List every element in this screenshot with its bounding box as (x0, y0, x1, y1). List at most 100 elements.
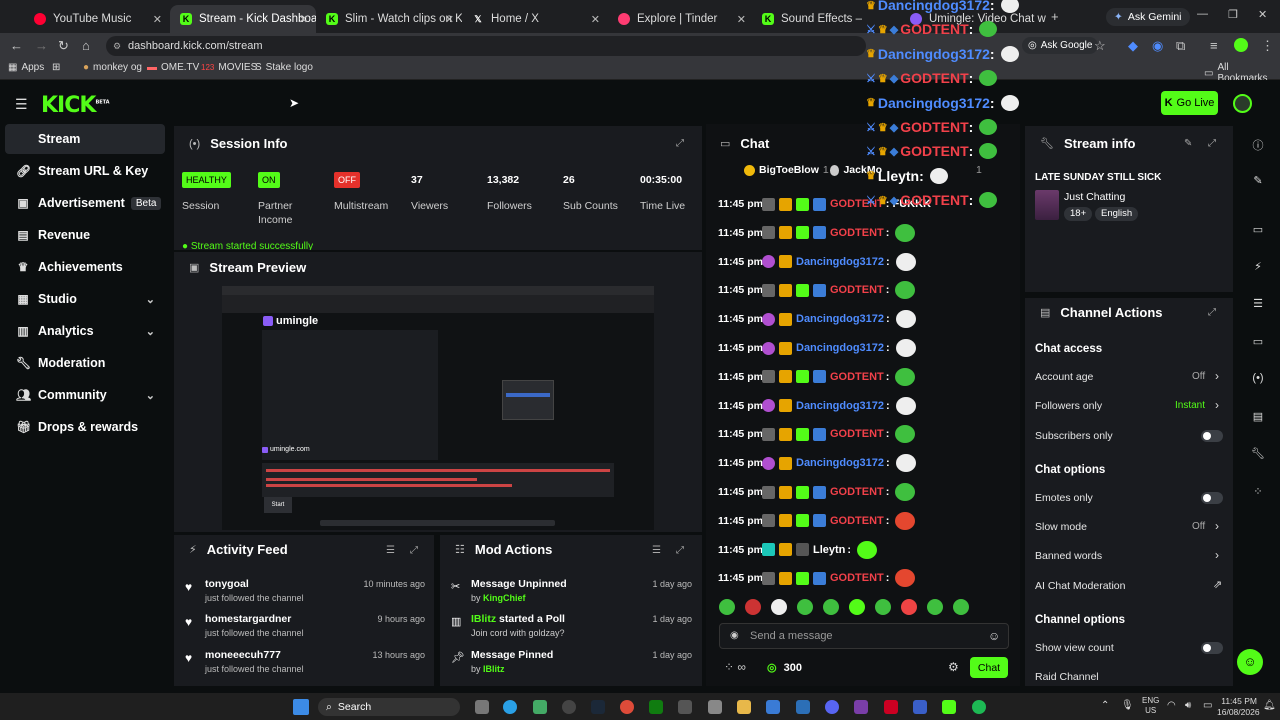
expand-icon[interactable]: ⤢ (410, 545, 418, 556)
broadcast-icon[interactable]: (•) (1249, 372, 1267, 384)
app-icon[interactable] (913, 700, 927, 714)
message-username[interactable]: Lleytn (813, 544, 845, 556)
slow-mode-value[interactable]: Off (1192, 521, 1205, 532)
taskbar-search[interactable]: ⌕ Search (318, 698, 460, 716)
bookmark-stake[interactable]: S Stake logo (255, 62, 313, 73)
new-tab-icon[interactable]: + (1051, 9, 1059, 24)
tab-sound-effects[interactable]: K Sound Effects — Admin (752, 5, 862, 33)
activity-username[interactable]: homestargardner (205, 613, 304, 625)
battery-icon[interactable]: ▭ (1203, 700, 1212, 711)
filter-icon[interactable]: ☰ (652, 545, 661, 556)
message-username[interactable]: GODTENT (830, 227, 884, 239)
emote-icon[interactable] (901, 599, 917, 615)
external-link-icon[interactable]: ⇗ (1213, 578, 1222, 591)
chat-icon[interactable]: ▭ (1249, 335, 1267, 348)
profile-avatar[interactable] (1234, 38, 1248, 52)
user-avatar[interactable] (1233, 94, 1252, 113)
sidebar-item-moderation[interactable]: 🔧︎ Moderation (5, 348, 165, 378)
sidebar-item-stream[interactable]: Stream (5, 124, 165, 154)
xbox-icon[interactable] (649, 700, 663, 714)
message-username[interactable]: GODTENT (830, 371, 884, 383)
apps-icon[interactable]: ⁘ (1249, 485, 1267, 498)
message-username[interactable]: Dancingdog3172 (796, 457, 884, 469)
mod-action-user[interactable]: IBlitz (483, 664, 505, 674)
go-live-button[interactable]: K Go Live (1161, 91, 1218, 115)
chevron-right-icon[interactable]: › (1215, 369, 1219, 383)
message-username[interactable]: GODTENT (830, 486, 884, 498)
channel-points[interactable]: ◎ 300 (767, 661, 802, 675)
tab-youtube-music[interactable]: YouTube Music ✕ (24, 5, 170, 33)
tab-x-home[interactable]: 𝕏 Home / X ✕ (462, 5, 608, 33)
close-icon[interactable]: ✕ (299, 13, 308, 26)
emoji-icon[interactable]: ☺ (988, 629, 1000, 643)
close-icon[interactable]: ✕ (591, 13, 600, 26)
tag-badge[interactable]: 18+ (1064, 207, 1093, 221)
emote-icon[interactable] (719, 599, 735, 615)
site-info-icon[interactable]: ⚙ (113, 36, 121, 56)
media-icon[interactable]: ≡ (1210, 38, 1218, 53)
expand-icon[interactable]: ⤢ (676, 138, 684, 149)
ask-google-button[interactable]: ◎ Ask Google (1022, 37, 1099, 54)
sidebar-item-advertisement[interactable]: ▣ Advertisement Beta (5, 188, 165, 218)
chevron-right-icon[interactable]: › (1215, 548, 1219, 562)
close-window-icon[interactable]: ✕ (1258, 8, 1267, 21)
sidebar-item-drops-rewards[interactable]: 🎁︎ Drops & rewards (5, 412, 165, 442)
chevron-right-icon[interactable]: › (1215, 398, 1219, 412)
message-username[interactable]: Dancingdog3172 (796, 342, 884, 354)
app-icon[interactable] (854, 700, 868, 714)
chat-settings-icon[interactable]: ⚙ (948, 660, 959, 674)
sidebar-item-revenue[interactable]: ▤ Revenue (5, 220, 165, 250)
emote-icon[interactable] (927, 599, 943, 615)
emotes-only-toggle[interactable] (1201, 492, 1223, 504)
close-icon[interactable]: ✕ (737, 13, 746, 26)
emote-icon[interactable] (953, 599, 969, 615)
expand-icon[interactable]: ⤢ (1208, 138, 1216, 149)
expand-icon[interactable]: ⤢ (1208, 307, 1216, 318)
bookmark-ometv[interactable]: ▬ OME.TV (147, 62, 199, 73)
app-icon[interactable] (766, 700, 780, 714)
extensions-puzzle-icon[interactable]: ⧉ (1176, 38, 1185, 54)
taskbar-clock[interactable]: 11:45 PM 16/08/2026 (1217, 696, 1260, 718)
steam-icon[interactable] (591, 700, 605, 714)
expand-icon[interactable]: ⤢ (676, 545, 684, 556)
tab-kick-clips[interactable]: K Slim - Watch clips on Kick ✕ (316, 5, 462, 33)
bookmark-grid[interactable]: ⊞ (52, 62, 60, 73)
sidebar-item-analytics[interactable]: ▥ Analytics ⌄ (5, 316, 165, 346)
activity-username[interactable]: tonygoal (205, 578, 304, 590)
infinity-icon[interactable]: ⁘ ∞ (724, 660, 746, 674)
emote-icon[interactable] (797, 599, 813, 615)
mod-action-user[interactable]: IBlitz (471, 613, 496, 625)
emote-icon[interactable] (823, 599, 839, 615)
tab-tinder[interactable]: Explore | Tinder ✕ (608, 5, 754, 33)
app-icon[interactable] (562, 700, 576, 714)
notification-bell-icon[interactable]: 🔔︎ (1263, 700, 1276, 711)
tab-kick-dashboard[interactable]: K Stream - Kick Dashboard ✕ (170, 5, 316, 33)
tag-badge[interactable]: English (1095, 207, 1139, 221)
back-icon[interactable]: ← (10, 38, 23, 53)
spotify-icon[interactable] (972, 700, 986, 714)
message-username[interactable]: Dancingdog3172 (796, 400, 884, 412)
bookmark-star-icon[interactable]: ☆ (1094, 38, 1106, 54)
pencil-icon[interactable]: ✎ (1249, 174, 1267, 187)
home-icon[interactable]: ⌂ (82, 38, 90, 53)
forward-icon[interactable]: → (35, 38, 48, 53)
emote-icon[interactable] (745, 599, 761, 615)
edge-icon[interactable] (503, 700, 517, 714)
language-indicator[interactable]: ENG US (1142, 696, 1159, 716)
sidebar-item-studio[interactable]: ▦ Studio ⌄ (5, 284, 165, 314)
activity-username[interactable]: moneeecuh777 (205, 649, 304, 661)
edit-icon[interactable]: ✎ (1184, 138, 1192, 149)
subscribers-only-toggle[interactable] (1201, 430, 1223, 442)
pinned-gifter[interactable]: BigToeBlow 1 (744, 164, 829, 176)
filter-icon[interactable]: ☰ (386, 545, 395, 556)
bookmark-movies[interactable]: 123 MOVIES (201, 62, 257, 73)
microphone-icon[interactable]: 🎙︎ (1121, 700, 1134, 711)
task-view-icon[interactable] (475, 700, 489, 714)
file-explorer-icon[interactable] (737, 700, 751, 714)
app-icon[interactable] (796, 700, 810, 714)
sidebar-item-stream-url-key[interactable]: 🔗︎ Stream URL & Key (5, 156, 165, 186)
kick-logo[interactable]: KICKBETA (41, 93, 110, 118)
message-username[interactable]: GODTENT (830, 284, 884, 296)
message-username[interactable]: GODTENT (830, 572, 884, 584)
app-icon[interactable] (533, 700, 547, 714)
